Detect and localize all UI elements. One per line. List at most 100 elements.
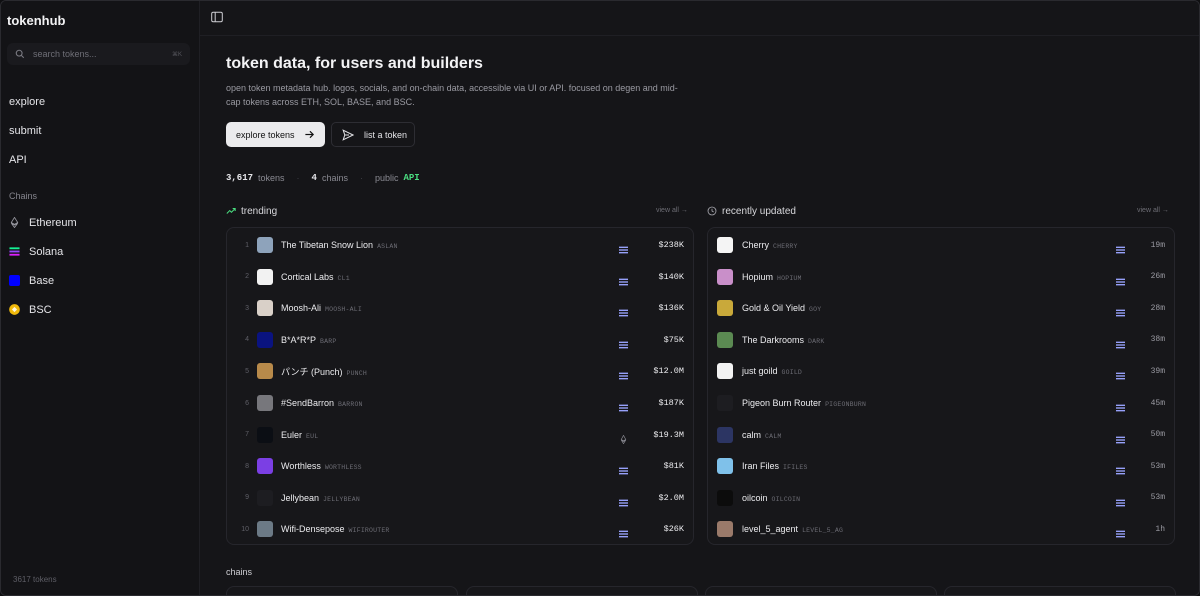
list-item[interactable]: Pigeon Burn Router PIGEONBURN 45m	[708, 387, 1174, 419]
trending-view-all-link[interactable]: view all →	[656, 207, 688, 214]
list-item[interactable]: 1 The Tibetan Snow Lion ASLAN $238K	[227, 229, 693, 261]
stat-tokens-label: tokens	[258, 173, 285, 183]
list-item[interactable]: 3 Moosh-Ali MOOSH-ALI $136K	[227, 292, 693, 324]
trending-list: 1 The Tibetan Snow Lion ASLAN $238K 2 Cortica…	[226, 227, 694, 545]
explore-tokens-button[interactable]: explore tokens	[226, 122, 325, 147]
list-item[interactable]: 2 Cortical Labs CL1 $140K	[227, 261, 693, 293]
nav-item-api[interactable]: API	[9, 145, 45, 174]
sidebar-item-base[interactable]: Base	[9, 266, 77, 295]
token-name-cell: Worthless WORTHLESS	[281, 461, 362, 471]
token-avatar	[257, 426, 273, 443]
token-name: B*A*R*P	[281, 334, 317, 345]
token-symbol: CL1	[337, 274, 350, 282]
token-name: Pigeon Burn Router	[742, 398, 822, 408]
token-avatar	[717, 363, 733, 380]
rank-number: 7	[245, 431, 249, 439]
updated-ago: 53m	[1150, 461, 1165, 471]
api-link[interactable]: API	[403, 173, 419, 183]
updated-ago: 26m	[1150, 272, 1165, 282]
list-item[interactable]: Gold & Oil Yield GOY 28m	[708, 292, 1174, 324]
recent-view-all-link[interactable]: view all →	[1137, 207, 1169, 214]
token-avatar	[257, 237, 273, 253]
brand-logo[interactable]: tokenhub	[7, 13, 66, 28]
token-symbol: BARRON	[338, 401, 363, 408]
chain-card[interactable]	[226, 586, 458, 595]
search-input[interactable]: search tokens... ⌘K	[7, 43, 190, 65]
chain-card[interactable]	[466, 586, 698, 595]
solana-icon	[1116, 304, 1125, 317]
token-name-cell: Cherry CHERRY	[742, 240, 798, 250]
updated-ago: 50m	[1150, 430, 1165, 440]
list-item[interactable]: The Darkrooms DARK 38m	[708, 324, 1174, 356]
list-item[interactable]: 10 Wifi-Densepose WIFIROUTER $26K	[227, 513, 693, 545]
list-item[interactable]: Cherry CHERRY 19m	[708, 229, 1174, 261]
token-symbol: MOOSH-ALI	[325, 306, 362, 314]
token-name: just goild	[742, 366, 778, 377]
token-avatar	[717, 237, 733, 253]
header-divider	[200, 35, 1199, 36]
token-name: Moosh-Ali	[281, 303, 322, 314]
token-avatar	[257, 300, 273, 317]
list-item[interactable]: 9 Jellybean JELLYBEAN $2.0M	[227, 482, 693, 514]
explore-tokens-label: explore tokens	[236, 129, 295, 140]
sidebar-item-bsc[interactable]: BSC	[9, 295, 77, 324]
token-avatar	[257, 521, 273, 538]
arrow-right-icon	[305, 130, 315, 139]
list-item[interactable]: just goild GOILD 39m	[708, 355, 1174, 387]
updated-ago: 39m	[1150, 366, 1165, 376]
stat-chains-count: 4	[311, 173, 317, 183]
list-item[interactable]: calm CALM 50m	[708, 419, 1174, 451]
token-name-cell: calm CALM	[742, 430, 781, 440]
sidebar-toggle-icon[interactable]	[211, 11, 223, 23]
token-name: Euler	[281, 429, 303, 440]
token-symbol: PUNCH	[346, 369, 367, 377]
solana-icon	[1116, 336, 1125, 349]
token-avatar	[717, 300, 733, 317]
chain-card[interactable]	[705, 586, 937, 595]
list-item[interactable]: 8 Worthless WORTHLESS $81K	[227, 450, 693, 482]
token-symbol: CHERRY	[773, 243, 798, 250]
token-symbol: HOPIUM	[777, 274, 802, 282]
list-token-label: list a token	[364, 129, 408, 140]
list-item[interactable]: oilcoin OILCOIN 53m	[708, 482, 1174, 514]
list-item[interactable]: 6 #SendBarron BARRON $187K	[227, 387, 693, 419]
list-item[interactable]: 4 B*A*R*P BARP $75K	[227, 324, 693, 356]
nav-item-submit[interactable]: submit	[9, 116, 45, 145]
sidebar-item-label: Solana	[29, 245, 64, 258]
token-name: Cherry	[742, 240, 770, 250]
sidebar-item-label: BSC	[29, 303, 52, 316]
token-name: Jellybean	[281, 492, 320, 503]
list-item[interactable]: Hopium HOPIUM 26m	[708, 261, 1174, 293]
clock-icon	[707, 206, 717, 216]
page-title: token data, for users and builders	[226, 55, 483, 72]
solana-icon	[1116, 462, 1125, 475]
list-item[interactable]: level_5_agent LEVEL_5_AG 1h	[708, 513, 1174, 545]
token-avatar	[717, 395, 733, 411]
stats-bar: 3,617 tokens · 4 chains · public API	[226, 173, 420, 183]
token-symbol: BARP	[320, 337, 337, 345]
solana-icon	[1116, 431, 1125, 443]
list-item[interactable]: 5 パンチ (Punch) PUNCH $12.0M	[227, 355, 693, 387]
sidebar-item-ethereum[interactable]: Ethereum	[9, 208, 77, 237]
token-name-cell: Cortical Labs CL1	[281, 272, 350, 282]
solana-icon	[9, 247, 20, 256]
token-name-cell: just goild GOILD	[742, 366, 802, 376]
sidebar-item-label: Ethereum	[29, 216, 77, 229]
sidebar-footer-count: 3617 tokens	[13, 575, 57, 584]
token-name-cell: level_5_agent LEVEL_5_AG	[742, 524, 843, 534]
list-token-button[interactable]: list a token	[331, 122, 415, 147]
app-window: tokenhub search tokens... ⌘K explore sub…	[0, 0, 1200, 596]
token-avatar	[717, 268, 733, 285]
updated-ago: 19m	[1150, 240, 1165, 250]
list-item[interactable]: Iran Files IFILES 53m	[708, 450, 1174, 482]
token-name-cell: Iran Files IFILES	[742, 461, 808, 471]
token-avatar	[257, 268, 273, 285]
trending-header: trending	[226, 205, 277, 217]
token-name: The Darkrooms	[742, 334, 805, 345]
sidebar-item-solana[interactable]: Solana	[9, 237, 77, 266]
nav-item-explore[interactable]: explore	[9, 87, 45, 116]
updated-ago: 1h	[1155, 524, 1165, 534]
list-item[interactable]: 7 Euler EUL $19.3M	[227, 419, 693, 451]
chain-card[interactable]	[944, 586, 1176, 595]
solana-icon	[1116, 241, 1125, 254]
